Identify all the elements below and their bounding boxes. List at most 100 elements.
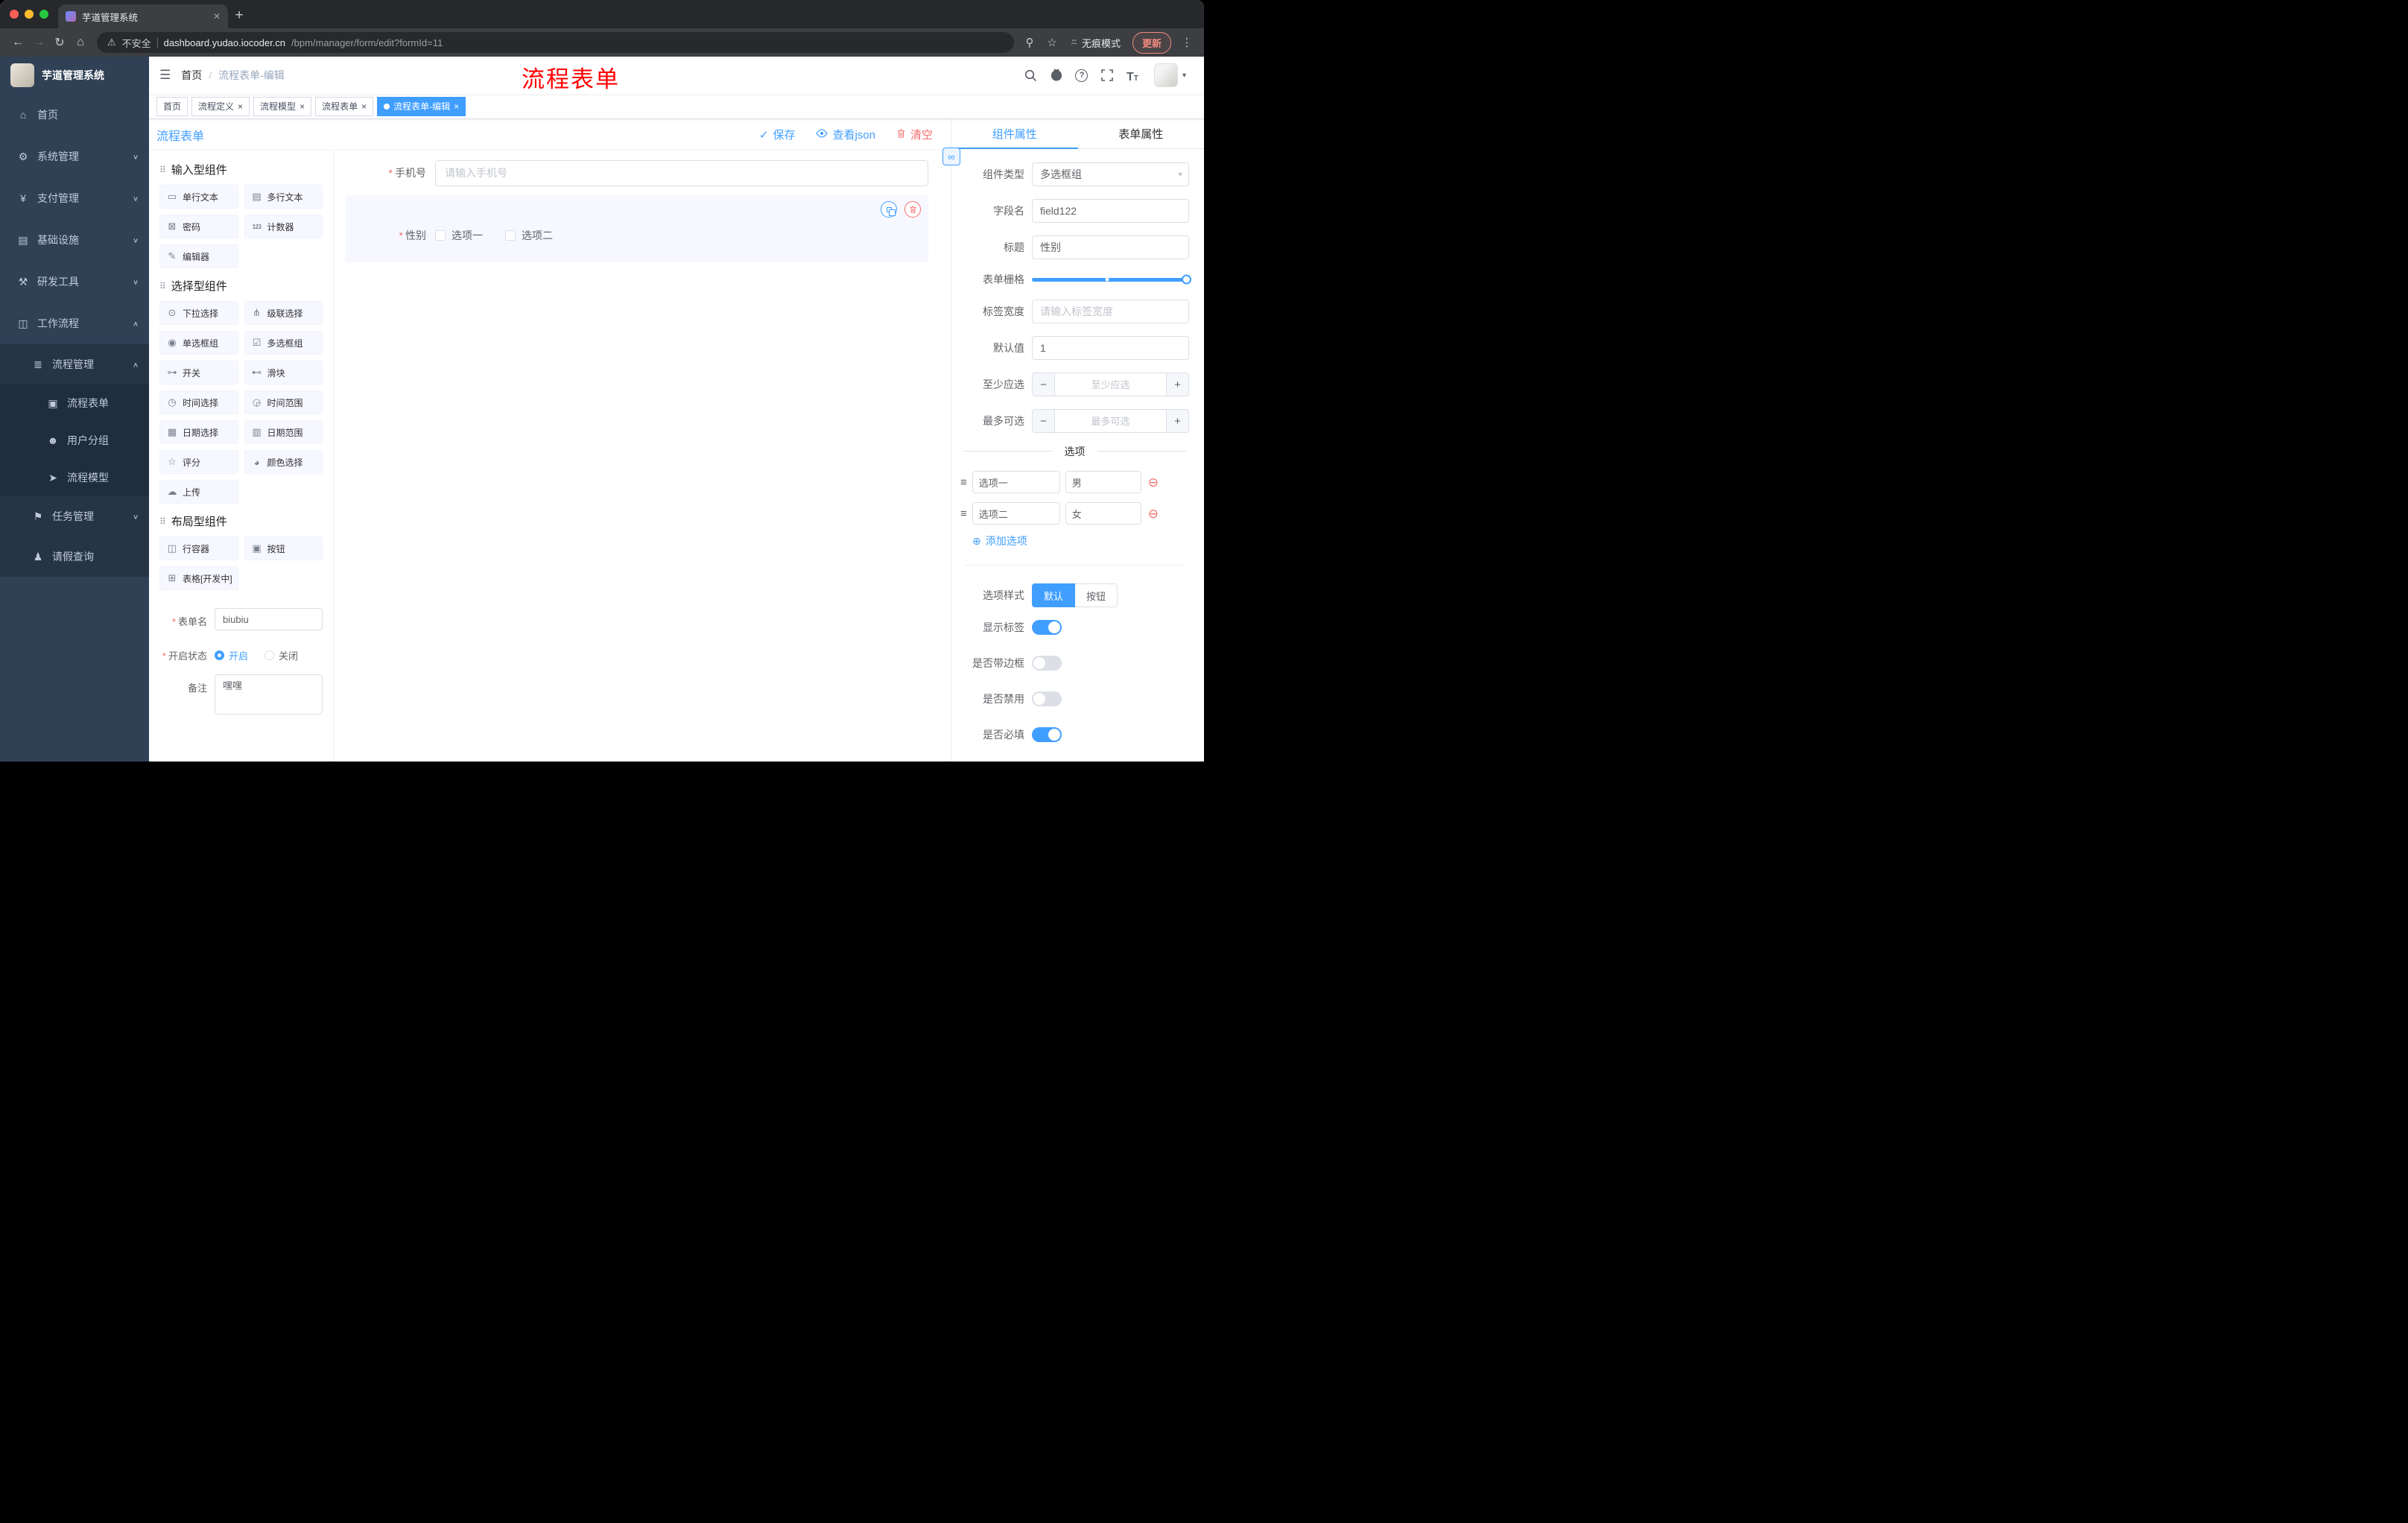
add-option-button[interactable]: ⊕ 添加选项 [972,533,1189,548]
back-icon[interactable]: ← [7,32,28,53]
radio-closed[interactable]: 关闭 [264,648,298,662]
remove-option-icon[interactable]: ⊖ [1148,476,1159,489]
drag-handle-icon[interactable]: ≡ [960,507,967,520]
option-name-input[interactable] [972,471,1060,493]
tag-process-definition[interactable]: 流程定义 × [191,96,250,116]
tab-form-props[interactable]: 表单属性 [1078,119,1205,148]
sidebar-item-process-model[interactable]: ➤ 流程模型 [0,459,149,496]
sidebar-item-devtools[interactable]: ⚒ 研发工具 ∨ [0,261,149,303]
title-input[interactable] [1032,235,1189,259]
option-value-input[interactable] [1065,471,1141,493]
option-value-input[interactable] [1065,502,1141,525]
minimize-window-button[interactable] [25,10,34,19]
minus-button[interactable]: − [1033,410,1055,432]
palette-item-color-picker[interactable]: ◕ 颜色选择 [244,450,323,474]
palette-item-time-picker[interactable]: ◷ 时间选择 [159,390,238,414]
close-icon[interactable]: × [300,102,305,111]
hamburger-icon[interactable]: ☰ [149,68,181,83]
plus-button[interactable]: + [1166,373,1188,396]
sidebar-item-workflow[interactable]: ◫ 工作流程 ∧ [0,303,149,344]
phone-input[interactable] [435,159,928,186]
disabled-toggle[interactable] [1032,691,1062,706]
github-icon[interactable] [1048,67,1065,83]
sidebar-item-process-management[interactable]: ≣ 流程管理 ∧ [0,344,149,384]
tag-process-model[interactable]: 流程模型 × [253,96,312,116]
close-window-button[interactable] [10,10,19,19]
tag-process-form-edit[interactable]: 流程表单-编辑 × [377,96,466,116]
delete-field-button[interactable] [904,201,921,218]
search-icon[interactable] [1023,67,1039,83]
border-toggle[interactable] [1032,656,1062,671]
palette-item-editor[interactable]: ✎ 编辑器 [159,244,238,268]
component-type-select[interactable]: ▾ [1032,162,1189,186]
checkbox-option-1[interactable]: 选项一 [435,228,483,243]
save-button[interactable]: ✓ 保存 [759,127,796,142]
app-logo[interactable]: 芋道管理系统 [0,57,149,94]
tag-process-form[interactable]: 流程表单 × [315,96,374,116]
sidebar-item-user-group[interactable]: ☻ 用户分组 [0,422,149,459]
sidebar-item-infrastructure[interactable]: ▤ 基础设施 ∨ [0,219,149,261]
form-canvas[interactable]: *手机号 *性别 [334,151,951,762]
option-style-default[interactable]: 默认 [1032,583,1076,607]
label-width-input[interactable] [1032,300,1189,323]
help-icon[interactable]: ? [1074,67,1090,83]
show-label-toggle[interactable] [1032,620,1062,635]
tab-close-icon[interactable]: ✕ [213,11,221,22]
link-badge-icon[interactable]: ∞ [942,148,960,165]
palette-item-button[interactable]: ▣ 按钮 [244,536,323,560]
fullscreen-icon[interactable] [1099,67,1115,83]
sidebar-item-home[interactable]: ⌂ 首页 [0,94,149,136]
form-name-input[interactable] [215,608,323,630]
palette-item-password[interactable]: ⊠ 密码 [159,215,238,238]
palette-item-time-range[interactable]: ◶ 时间范围 [244,390,323,414]
tag-home[interactable]: 首页 [156,96,188,116]
user-avatar-menu[interactable]: ▾ [1153,63,1186,87]
browser-home-icon[interactable]: ⌂ [70,32,91,53]
breadcrumb-home[interactable]: 首页 [181,68,202,83]
browser-menu-icon[interactable]: ⋮ [1177,33,1197,52]
palette-item-upload[interactable]: ☁ 上传 [159,480,238,504]
slider-handle[interactable] [1182,274,1191,285]
palette-item-select[interactable]: ⊙ 下拉选择 [159,301,238,325]
forward-icon[interactable]: → [28,32,49,53]
palette-item-date-range[interactable]: ▥ 日期范围 [244,420,323,444]
zoom-window-button[interactable] [39,10,48,19]
password-key-icon[interactable]: ⚲ [1020,33,1039,52]
option-name-input[interactable] [972,502,1060,525]
clear-button[interactable]: 清空 [896,127,933,142]
max-select-input[interactable] [1055,410,1166,432]
palette-item-rate[interactable]: ☆ 评分 [159,450,238,474]
browser-tab[interactable]: 芋道管理系统 ✕ [58,4,228,28]
checkbox-option-2[interactable]: 选项二 [505,228,553,243]
palette-item-single-text[interactable]: ▭ 单行文本 [159,185,238,209]
palette-item-slider[interactable]: ⊷ 滑块 [244,361,323,384]
sidebar-item-leave-query[interactable]: ♟ 请假查询 [0,536,149,577]
palette-item-checkbox-group[interactable]: ☑ 多选框组 [244,331,323,355]
palette-item-radio-group[interactable]: ◉ 单选框组 [159,331,238,355]
palette-item-switch[interactable]: ⊶ 开关 [159,361,238,384]
canvas-field-phone[interactable]: * 手机号 [346,159,928,186]
form-remark-textarea[interactable]: 嘿嘿 [215,674,323,715]
view-json-button[interactable]: 查看json [816,127,875,142]
sidebar-item-task-management[interactable]: ⚑ 任务管理 ∨ [0,496,149,536]
palette-item-table[interactable]: ⊞ 表格[开发中] [159,566,238,590]
sidebar-item-payment[interactable]: ¥ 支付管理 ∨ [0,177,149,219]
grid-slider[interactable] [1032,273,1191,285]
sidebar-item-system[interactable]: ⚙ 系统管理 ∨ [0,136,149,177]
required-toggle[interactable] [1032,727,1062,742]
new-tab-button[interactable]: + [228,4,250,27]
field-name-input[interactable] [1032,199,1189,223]
component-type-value[interactable] [1032,162,1189,186]
min-select-input[interactable] [1055,373,1166,396]
update-button[interactable]: 更新 [1132,31,1171,54]
incognito-badge[interactable]: ⍨ 无痕模式 [1065,36,1127,50]
address-bar[interactable]: ⚠ 不安全 dashboard.yudao.iocoder.cn/bpm/man… [97,32,1014,53]
radio-open[interactable]: 开启 [215,648,248,662]
close-icon[interactable]: × [238,102,243,111]
sidebar-item-process-form[interactable]: ▣ 流程表单 [0,384,149,422]
minus-button[interactable]: − [1033,373,1055,396]
palette-item-row-container[interactable]: ◫ 行容器 [159,536,238,560]
copy-field-button[interactable] [881,201,897,218]
reload-icon[interactable]: ↻ [49,32,70,53]
palette-item-counter[interactable]: 123 计数器 [244,215,323,238]
